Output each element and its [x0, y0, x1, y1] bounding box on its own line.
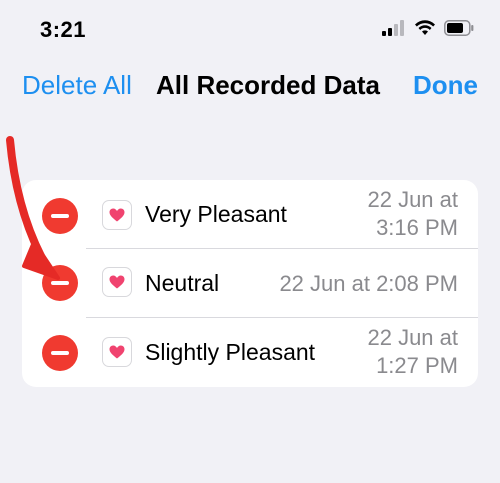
heart-icon: [102, 337, 132, 367]
record-date-line1: 22 Jun at: [367, 325, 458, 350]
record-date-line2: 1:27 PM: [376, 353, 458, 378]
record-date: 22 Jun at 2:08 PM: [279, 270, 458, 298]
record-date: 22 Jun at 1:27 PM: [367, 324, 458, 380]
status-icons: [382, 20, 474, 36]
page-title: All Recorded Data: [156, 70, 380, 100]
record-date-line1: 22 Jun at 2:08 PM: [279, 271, 458, 296]
record-date-line2: 3:16 PM: [376, 215, 458, 240]
delete-icon[interactable]: [42, 335, 78, 371]
record-label: Slightly Pleasant: [145, 339, 316, 365]
record-date: 22 Jun at 3:16 PM: [367, 186, 458, 242]
record-label: Neutral: [145, 270, 220, 296]
wifi-icon: [415, 20, 435, 35]
record-date-line1: 22 Jun at: [367, 187, 458, 212]
annotation-arrow-icon: [6, 136, 60, 280]
done-button[interactable]: Done: [413, 70, 478, 101]
list-item[interactable]: Slightly Pleasant 22 Jun at 1:27 PM: [22, 318, 478, 387]
record-label: Very Pleasant: [145, 201, 287, 227]
battery-icon: [444, 20, 474, 36]
cellular-signal-icon: [382, 20, 404, 36]
